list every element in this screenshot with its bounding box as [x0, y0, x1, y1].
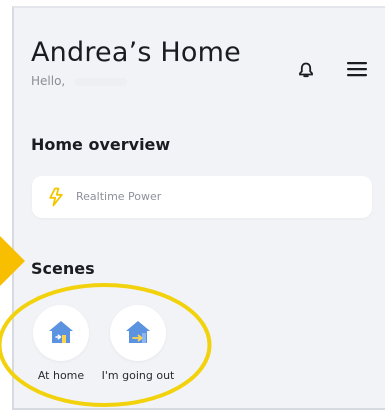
- realtime-power-label: Realtime Power: [76, 190, 162, 203]
- scenes-title: Scenes: [31, 259, 95, 278]
- greeting: Hello,: [31, 74, 128, 88]
- highlight-ellipse: [0, 283, 212, 407]
- home-overview-title: Home overview: [31, 135, 171, 154]
- menu-icon[interactable]: [346, 60, 368, 78]
- page-title: Andrea’s Home: [31, 37, 241, 68]
- screen: Andrea’s Home Hello, Home overview Realt…: [0, 0, 385, 414]
- bell-icon[interactable]: [296, 60, 316, 80]
- lightning-icon: [49, 187, 63, 207]
- redacted-user-name: [75, 77, 128, 86]
- greeting-text: Hello,: [31, 74, 66, 88]
- realtime-power-card[interactable]: Realtime Power: [32, 176, 372, 218]
